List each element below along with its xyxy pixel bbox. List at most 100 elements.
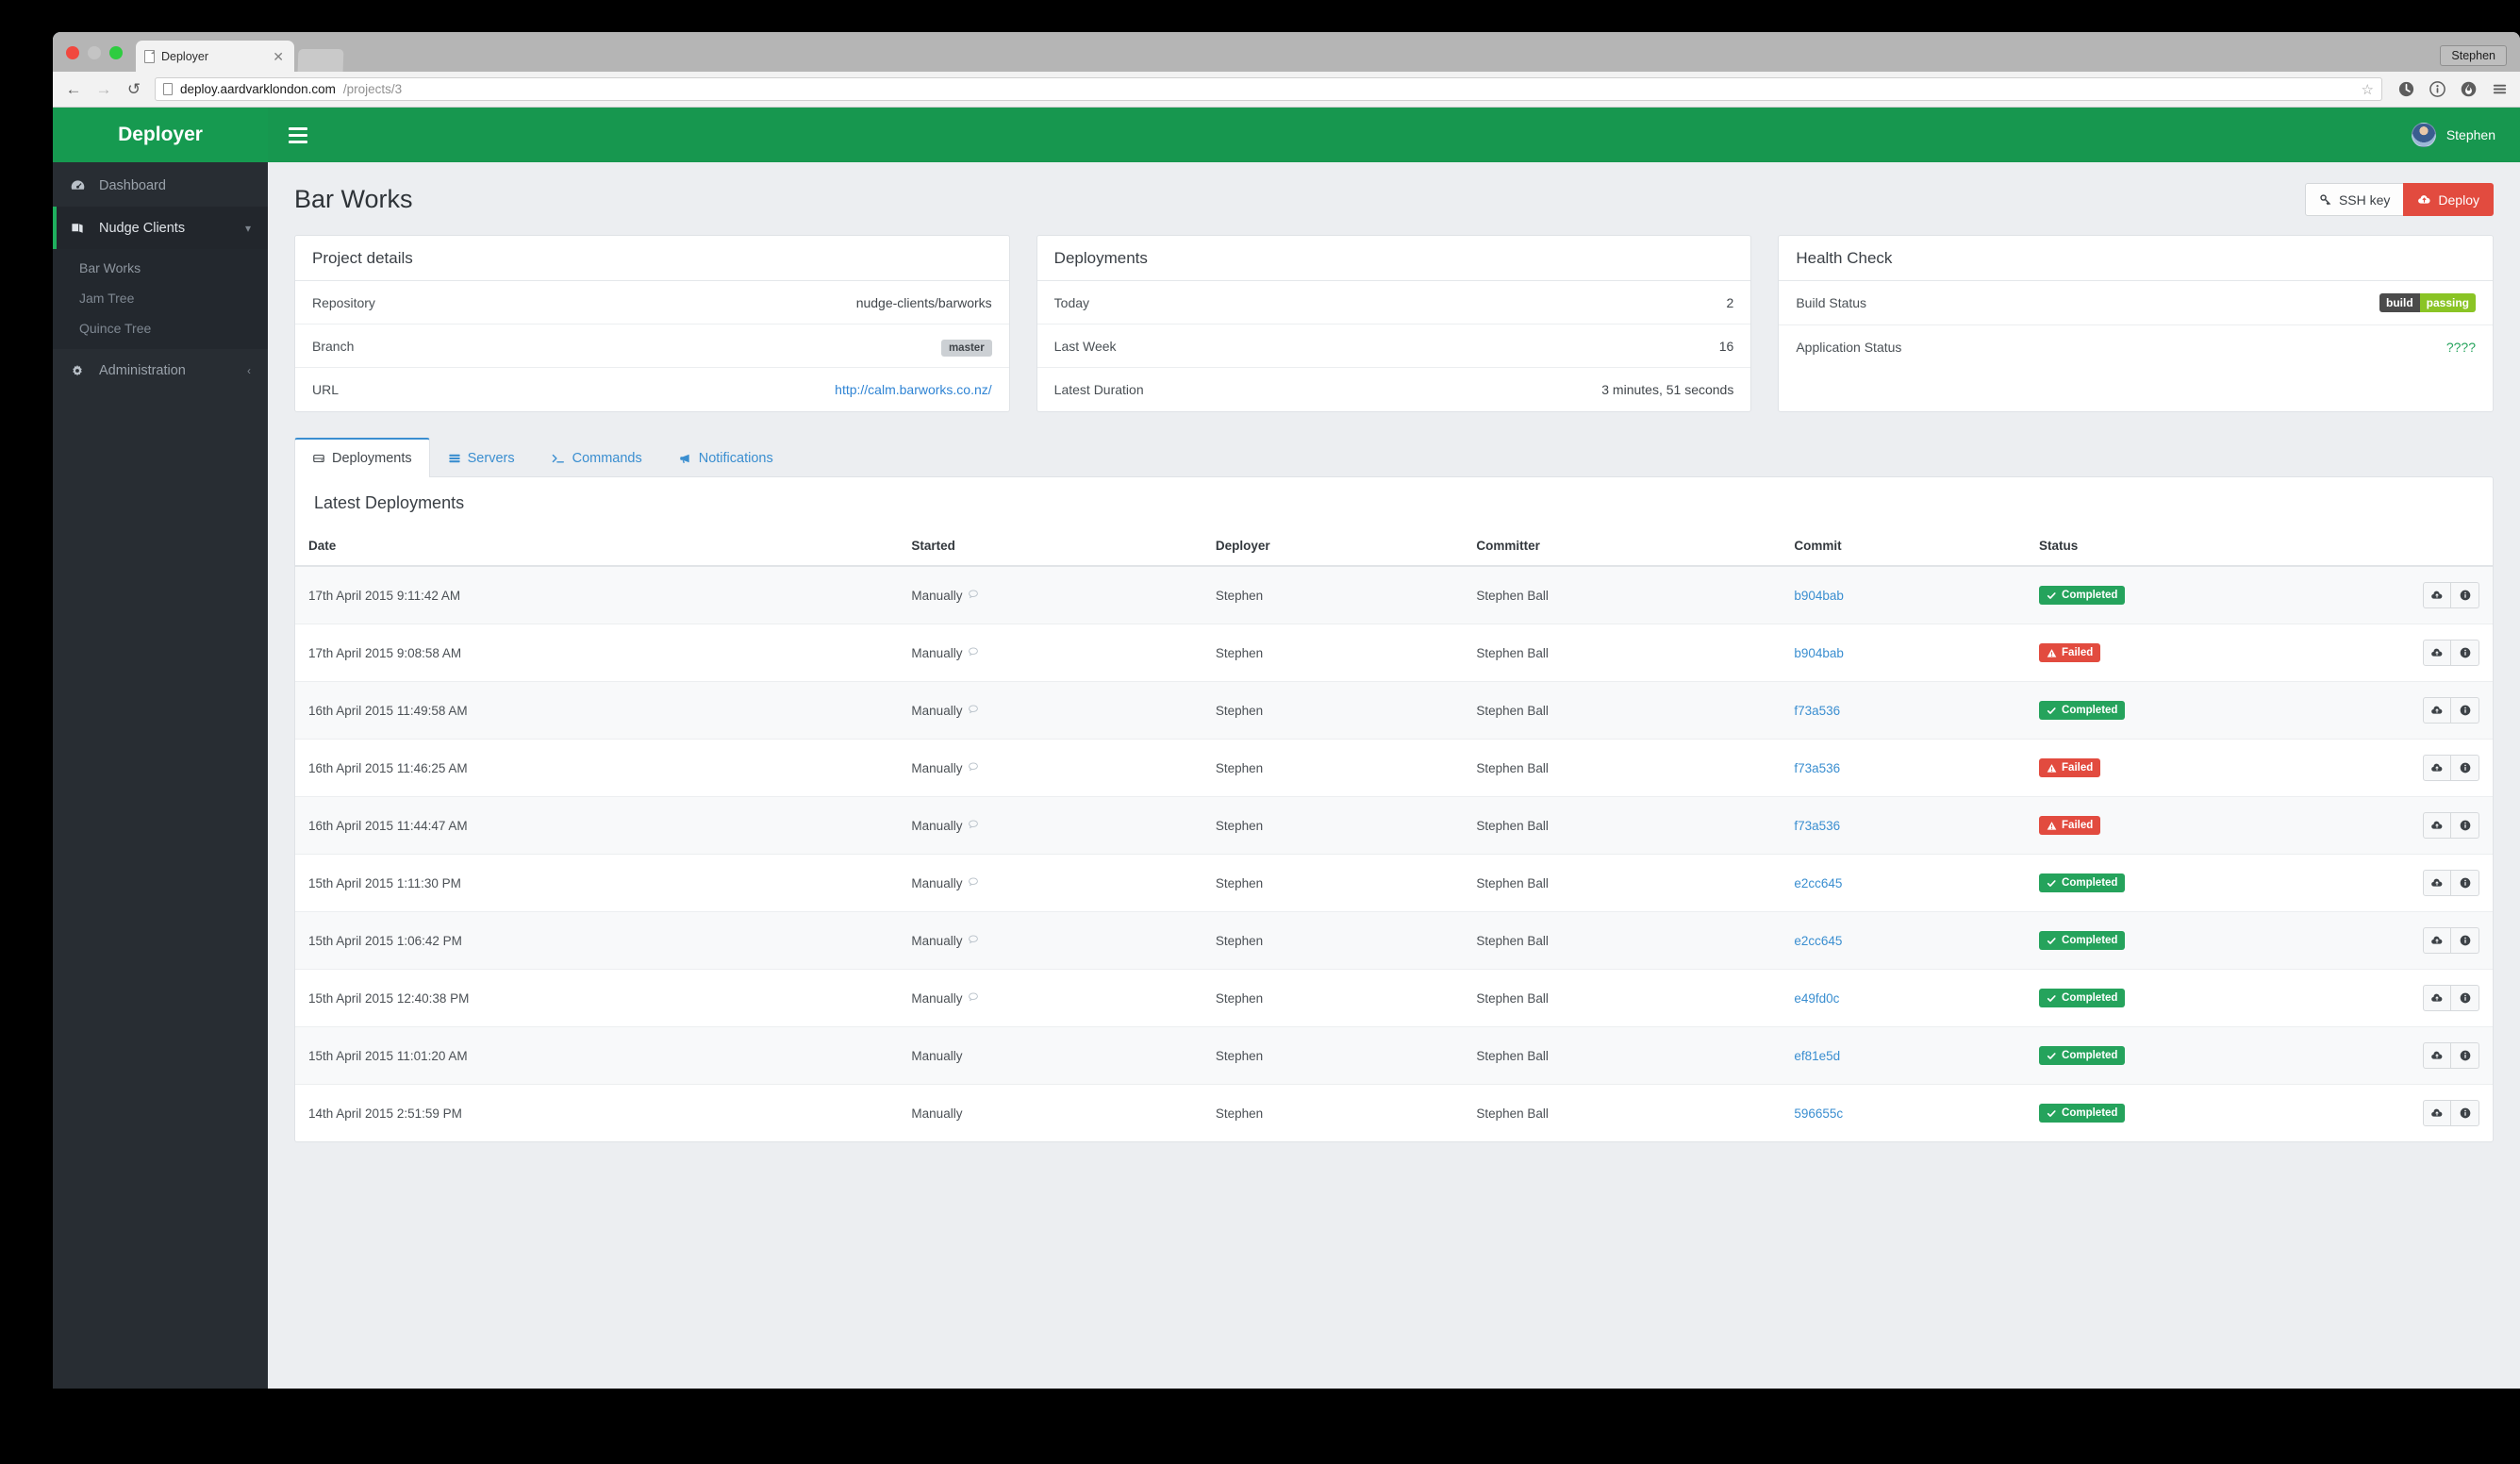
deployment-note-bubble-icon[interactable] [968, 761, 979, 773]
column-header-committer[interactable]: Committer [1463, 529, 1782, 567]
details-info-icon[interactable] [2451, 870, 2479, 896]
redeploy-cloud-upload-icon[interactable] [2423, 1100, 2451, 1126]
sidebar-item-nudge-clients[interactable]: Nudge Clients ▾ [53, 207, 268, 249]
deployment-note-bubble-icon[interactable] [968, 819, 979, 830]
details-info-icon[interactable] [2451, 697, 2479, 724]
close-window-button[interactable] [66, 46, 79, 59]
sidebar-subitem-jam-tree[interactable]: Jam Tree [53, 283, 268, 313]
cell-actions [2389, 911, 2493, 970]
sidebar-item-dashboard[interactable]: Dashboard [53, 164, 268, 207]
back-arrow-icon[interactable]: ← [64, 81, 83, 97]
redeploy-cloud-upload-icon[interactable] [2423, 1042, 2451, 1069]
clock-icon[interactable] [2397, 80, 2415, 98]
new-tab-button[interactable] [297, 49, 344, 72]
cell-commit: f73a536 [1781, 681, 2027, 740]
latest-duration-value: 3 minutes, 51 seconds [1601, 382, 1734, 397]
tab-commands[interactable]: Commands [533, 439, 660, 477]
commit-link[interactable]: b904bab [1794, 646, 1844, 660]
column-header-status[interactable]: Status [2026, 529, 2389, 567]
redeploy-cloud-upload-icon[interactable] [2423, 582, 2451, 608]
bookmark-star-icon[interactable]: ☆ [2362, 81, 2374, 98]
commit-link[interactable]: f73a536 [1794, 819, 1840, 833]
browser-profile-button[interactable]: Stephen [2440, 45, 2507, 66]
deploy-button[interactable]: Deploy [2403, 183, 2494, 216]
column-header-deployer[interactable]: Deployer [1202, 529, 1464, 567]
redeploy-cloud-upload-icon[interactable] [2423, 812, 2451, 839]
deployment-note-bubble-icon[interactable] [968, 646, 979, 657]
details-info-icon[interactable] [2451, 755, 2479, 781]
commit-link[interactable]: f73a536 [1794, 704, 1840, 718]
cell-commit: 596655c [1781, 1085, 2026, 1142]
cell-commit: b904bab [1781, 566, 2027, 624]
hamburger-menu-icon[interactable] [2491, 80, 2509, 98]
cell-status: Failed [2026, 796, 2389, 855]
address-bar[interactable]: deploy.aardvarklondon.com/projects/3 ☆ [155, 77, 2382, 101]
flame-icon[interactable] [2460, 80, 2478, 98]
cell-commit: f73a536 [1781, 739, 2027, 797]
details-info-icon[interactable] [2451, 640, 2479, 666]
app-brand-logo[interactable]: Deployer [53, 108, 268, 162]
redeploy-cloud-upload-icon[interactable] [2423, 697, 2451, 724]
column-header-date[interactable]: Date [295, 529, 899, 567]
commit-link[interactable]: e2cc645 [1794, 876, 1842, 890]
deployment-note-bubble-icon[interactable] [968, 704, 979, 715]
details-info-icon[interactable] [2451, 1100, 2479, 1126]
details-info-icon[interactable] [2451, 812, 2479, 839]
deployment-note-bubble-icon[interactable] [968, 934, 979, 945]
close-tab-icon[interactable]: ✕ [273, 50, 286, 63]
sidebar-item-administration[interactable]: Administration ‹ [53, 349, 268, 391]
commit-link[interactable]: e49fd0c [1794, 991, 1839, 1006]
table-row: 16th April 2015 11:44:47 AM Manually Steph… [295, 796, 2493, 855]
sidebar-subitem-quince-tree[interactable]: Quince Tree [53, 313, 268, 343]
sidebar-subitem-bar-works[interactable]: Bar Works [53, 253, 268, 283]
details-info-icon[interactable] [2451, 1042, 2479, 1069]
reload-icon[interactable]: ↺ [124, 81, 143, 97]
redeploy-cloud-upload-icon[interactable] [2423, 985, 2451, 1011]
desktop-background: Deployer ✕ Stephen ← → ↺ deploy.aardvark… [0, 0, 2520, 1464]
app-viewport: Deployer Stephen Dashboard Nudge Clients… [53, 108, 2520, 1389]
status-badge: Failed [2039, 758, 2101, 777]
commit-link[interactable]: f73a536 [1794, 761, 1840, 775]
redeploy-cloud-upload-icon[interactable] [2423, 927, 2451, 954]
redeploy-cloud-upload-icon[interactable] [2423, 640, 2451, 666]
application-status-row: Application Status ???? [1779, 325, 2493, 369]
cell-status: Completed [2026, 1085, 2389, 1142]
tab-servers[interactable]: Servers [430, 439, 533, 477]
cell-committer: Stephen Ball [1463, 969, 1782, 1027]
redeploy-cloud-upload-icon[interactable] [2423, 755, 2451, 781]
tab-deployments[interactable]: Deployments [294, 438, 430, 477]
cell-deployer: Stephen [1202, 854, 1464, 912]
forward-arrow-icon[interactable]: → [94, 81, 113, 97]
tab-notifications[interactable]: Notifications [660, 439, 791, 477]
cell-started: Manually [898, 854, 1202, 912]
commit-link[interactable]: 596655c [1794, 1106, 1843, 1121]
commit-link[interactable]: ef81e5d [1794, 1049, 1840, 1063]
column-header-started[interactable]: Started [898, 529, 1202, 567]
details-info-icon[interactable] [2451, 927, 2479, 954]
maximize-window-button[interactable] [109, 46, 123, 59]
minimize-window-button[interactable] [88, 46, 101, 59]
avatar [2411, 123, 2436, 147]
sidebar-toggle-hamburger-icon[interactable] [289, 126, 307, 143]
cell-deployer: Stephen [1215, 1106, 1264, 1121]
cell-deployer: Stephen [1202, 681, 1464, 740]
browser-tab[interactable]: Deployer ✕ [136, 41, 294, 72]
ssh-key-button[interactable]: SSH key [2304, 183, 2405, 216]
redeploy-cloud-upload-icon[interactable] [2423, 870, 2451, 896]
deployment-note-bubble-icon[interactable] [968, 991, 979, 1003]
deployment-note-bubble-icon[interactable] [968, 876, 979, 888]
navbar-user-menu[interactable]: Stephen [2411, 123, 2495, 147]
table-row: 16th April 2015 11:46:25 AM Manually Steph… [295, 739, 2493, 797]
commit-link[interactable]: e2cc645 [1794, 934, 1842, 948]
info-circle-icon[interactable] [2429, 80, 2446, 98]
card-project-details: Project details Repository nudge-clients… [294, 235, 1010, 412]
row-label: Repository [312, 294, 375, 310]
card-health-check: Health Check Build Status build passing [1778, 235, 2495, 412]
details-info-icon[interactable] [2451, 582, 2479, 608]
project-url-link[interactable]: http://calm.barworks.co.nz/ [835, 382, 992, 397]
column-header-commit[interactable]: Commit [1781, 529, 2027, 567]
commit-link[interactable]: b904bab [1794, 589, 1844, 603]
details-info-icon[interactable] [2451, 985, 2479, 1011]
check-icon [2047, 591, 2057, 601]
deployment-note-bubble-icon[interactable] [968, 589, 979, 600]
